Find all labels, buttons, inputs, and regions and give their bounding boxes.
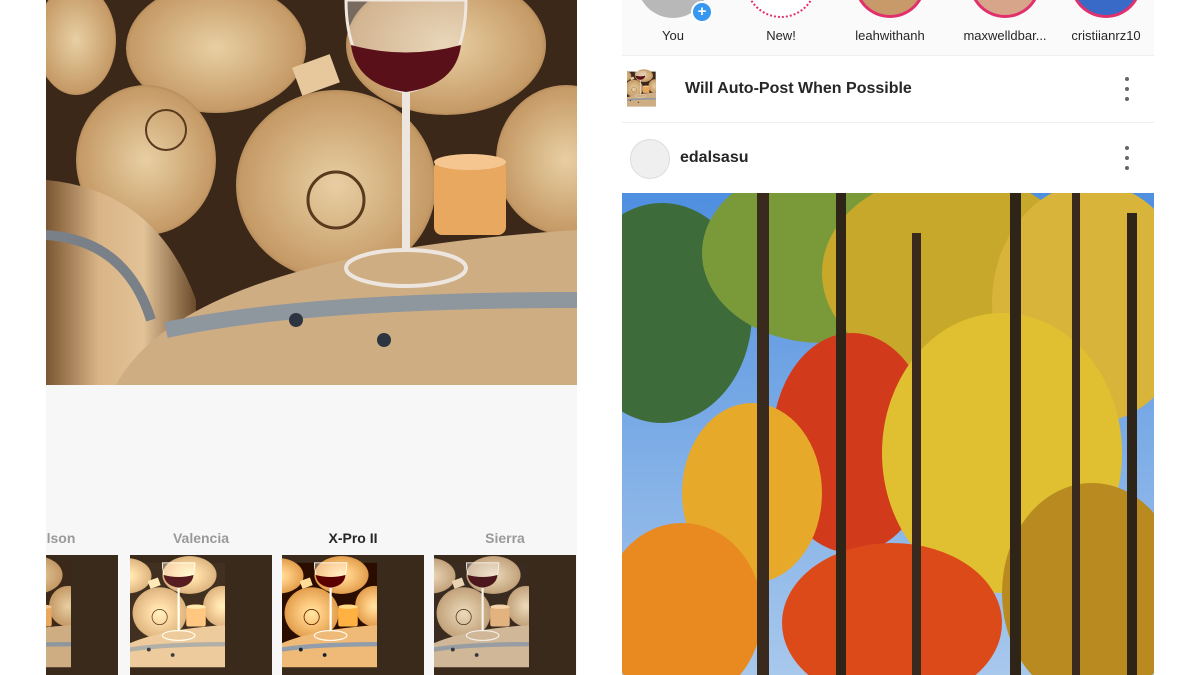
post-header: edalsasu <box>622 124 1154 192</box>
story-label: cristiianrz10 <box>1071 28 1141 43</box>
story-label: New! <box>766 28 796 43</box>
filter-editor-panel: lson Valencia X-Pro II Sierra <box>46 0 577 675</box>
more-options-icon[interactable] <box>1117 77 1137 101</box>
add-story-icon[interactable]: + <box>691 1 713 23</box>
story-new[interactable]: New! <box>733 0 829 55</box>
story-you[interactable]: + You <box>625 0 721 55</box>
filter-thumb-xpro2[interactable] <box>282 555 424 675</box>
story-cristiianrz10[interactable]: cristiianrz10 <box>1058 0 1154 55</box>
filter-thumb-sierra[interactable] <box>434 555 576 675</box>
story-label: maxwelldbar... <box>963 28 1047 43</box>
filter-label-lson: lson <box>46 530 76 546</box>
filter-label-xpro2: X-Pro II <box>328 530 378 546</box>
edit-photo-preview <box>46 0 577 385</box>
new-story-ring <box>745 0 817 18</box>
post-photo[interactable] <box>622 193 1154 675</box>
pending-post-status: Will Auto-Post When Possible <box>685 80 912 97</box>
filter-label-sierra: Sierra <box>485 530 525 546</box>
avatar <box>1070 0 1142 18</box>
filter-thumb-lson[interactable] <box>46 555 118 675</box>
post-username[interactable]: edalsasu <box>680 149 748 167</box>
filter-strip: lson Valencia X-Pro II Sierra <box>46 520 577 675</box>
feed-panel: + You New! leahwithanh maxwelldbar... cr… <box>622 0 1154 675</box>
avatar <box>969 0 1041 18</box>
story-maxwelldbar[interactable]: maxwelldbar... <box>950 0 1060 55</box>
filter-label-valencia: Valencia <box>172 530 230 546</box>
story-label: You <box>662 28 684 43</box>
pending-post-row: Will Auto-Post When Possible <box>622 60 1154 123</box>
avatar[interactable] <box>630 139 670 179</box>
story-leahwithanh[interactable]: leahwithanh <box>842 0 938 55</box>
more-options-icon[interactable] <box>1117 146 1137 170</box>
stories-tray: + You New! leahwithanh maxwelldbar... cr… <box>622 0 1154 56</box>
filter-thumb-valencia[interactable] <box>130 555 272 675</box>
story-label: leahwithanh <box>855 28 925 43</box>
avatar <box>854 0 926 18</box>
pending-post-thumbnail <box>627 65 675 113</box>
